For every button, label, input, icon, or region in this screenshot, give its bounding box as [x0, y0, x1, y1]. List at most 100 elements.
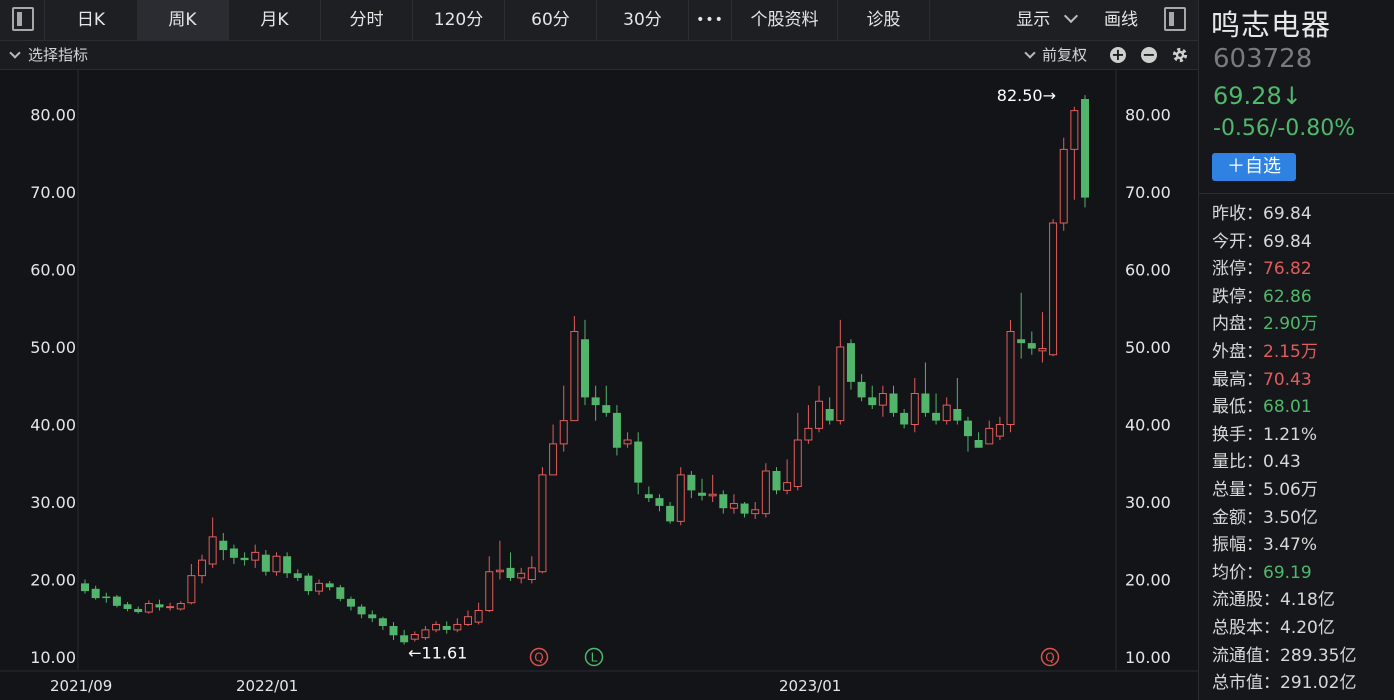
- tab-60-min[interactable]: 60分: [505, 0, 597, 40]
- candle-body: [942, 404, 951, 422]
- candle-body: [910, 393, 919, 425]
- stat-row: 流通股：4.18亿: [1212, 587, 1392, 615]
- x-tick-label: 2021/09: [50, 677, 112, 695]
- candle-body: [272, 555, 281, 573]
- stat-row: 总股本：4.20亿: [1212, 615, 1392, 643]
- stat-value: 0.43: [1263, 452, 1301, 473]
- stat-label: 最高：: [1212, 369, 1263, 390]
- candle-body: [315, 582, 324, 592]
- stat-row: 最低：68.01: [1212, 394, 1392, 422]
- more-periods-button[interactable]: •••: [689, 0, 732, 40]
- chevron-down-icon: [9, 47, 21, 59]
- candle-body: [495, 569, 504, 573]
- stat-value: 4.20亿: [1280, 617, 1335, 638]
- stat-label: 内盘：: [1212, 314, 1263, 335]
- tab-month-k[interactable]: 月K: [229, 0, 321, 40]
- candle-body: [219, 540, 228, 551]
- candle-body: [666, 505, 675, 522]
- candle: [761, 463, 770, 518]
- draw-line-button[interactable]: 画线: [1090, 0, 1152, 40]
- candle-body: [91, 588, 100, 599]
- candle-body: [368, 614, 377, 619]
- candle-body: [932, 412, 941, 421]
- candle-body: [825, 409, 834, 421]
- candle-body: [1017, 339, 1026, 344]
- candle-body: [963, 420, 972, 437]
- candle-body: [102, 596, 111, 599]
- candle-body: [985, 427, 994, 445]
- stat-value: 2.90万: [1263, 314, 1318, 335]
- candle-body: [549, 443, 558, 476]
- candle-body: [208, 536, 217, 565]
- candle-body: [198, 559, 207, 577]
- stat-row: 流通值：289.35亿: [1212, 643, 1392, 671]
- y-tick-label: 80.00: [1125, 106, 1171, 125]
- display-dropdown[interactable]: 显示: [1004, 0, 1088, 40]
- candle-body: [1070, 110, 1079, 150]
- candle-body: [538, 474, 547, 573]
- candle-body: [623, 439, 632, 445]
- stock-change: -0.56/-0.80%: [1213, 116, 1356, 141]
- candle: [676, 467, 685, 526]
- candle-body: [783, 482, 792, 491]
- left-panel-toggle-icon[interactable]: [12, 7, 34, 31]
- candle-body: [634, 441, 643, 483]
- candle-body: [708, 493, 717, 497]
- stat-label: 最低：: [1212, 397, 1263, 418]
- candle-body: [517, 572, 526, 579]
- tab-stock-profile[interactable]: 个股资料: [732, 0, 838, 40]
- stat-label: 均价：: [1212, 562, 1263, 583]
- candle-body: [527, 567, 536, 580]
- candle-body: [570, 331, 579, 422]
- candle-body: [463, 616, 472, 625]
- candle-body: [953, 409, 962, 421]
- candle-body: [1006, 331, 1015, 425]
- stat-row: 昨收：69.84: [1212, 201, 1392, 229]
- candle: [570, 316, 579, 422]
- stat-value: 3.47%: [1263, 535, 1318, 556]
- kline-chart[interactable]: 80.00 70.00 60.00 50.00 40.00 30.00 20.00 10.00…: [0, 70, 1198, 700]
- price-adjust-dropdown[interactable]: 前复权: [1042, 41, 1087, 69]
- stat-value: 69.84: [1263, 231, 1312, 252]
- stock-kline-app: 日K 周K 月K 分时 120分 60分 30分 ••• 个股资料 诊股 显示 …: [0, 0, 1394, 700]
- candle-body: [921, 393, 930, 413]
- candle-body: [815, 400, 824, 429]
- y-tick-label: 50.00: [30, 338, 76, 357]
- candle-body: [900, 412, 909, 425]
- stat-value: 69.19: [1263, 562, 1312, 583]
- tab-120-min[interactable]: 120分: [413, 0, 505, 40]
- stat-value: 289.35亿: [1280, 645, 1357, 666]
- candle-body: [581, 339, 589, 398]
- select-indicator-button[interactable]: 选择指标: [28, 41, 88, 69]
- candle-body: [836, 346, 845, 422]
- tab-intraday[interactable]: 分时: [321, 0, 413, 40]
- stat-value: 1.21%: [1263, 424, 1318, 445]
- candle-body: [868, 397, 877, 406]
- candle-body: [655, 498, 664, 506]
- candle-body: [432, 623, 441, 631]
- tab-week-k[interactable]: 周K: [137, 0, 229, 40]
- tab-30-min[interactable]: 30分: [597, 0, 689, 40]
- candle-body: [485, 571, 494, 611]
- tab-day-k[interactable]: 日K: [44, 0, 138, 40]
- stat-row: 今开：69.84: [1212, 229, 1392, 257]
- candle-body: [261, 554, 270, 572]
- candle-body: [240, 557, 249, 561]
- right-panel-toggle-icon[interactable]: [1164, 7, 1186, 31]
- candle-body: [612, 412, 621, 448]
- zoom-out-icon[interactable]: −: [1141, 47, 1157, 63]
- zoom-in-icon[interactable]: +: [1110, 47, 1126, 63]
- gear-icon[interactable]: [1171, 46, 1189, 64]
- tab-stock-diagnosis[interactable]: 诊股: [838, 0, 930, 40]
- y-tick-label: 40.00: [30, 416, 76, 435]
- y-tick-label: 70.00: [1125, 183, 1171, 202]
- candle-body: [772, 471, 781, 491]
- candle-body: [123, 604, 132, 609]
- candle-body: [389, 626, 398, 636]
- candle-body: [155, 604, 164, 608]
- add-to-watchlist-button[interactable]: ＋自选: [1212, 153, 1296, 181]
- candle-body: [1027, 343, 1036, 349]
- candle: [538, 467, 547, 574]
- candle: [112, 595, 121, 608]
- candle-body: [889, 393, 898, 413]
